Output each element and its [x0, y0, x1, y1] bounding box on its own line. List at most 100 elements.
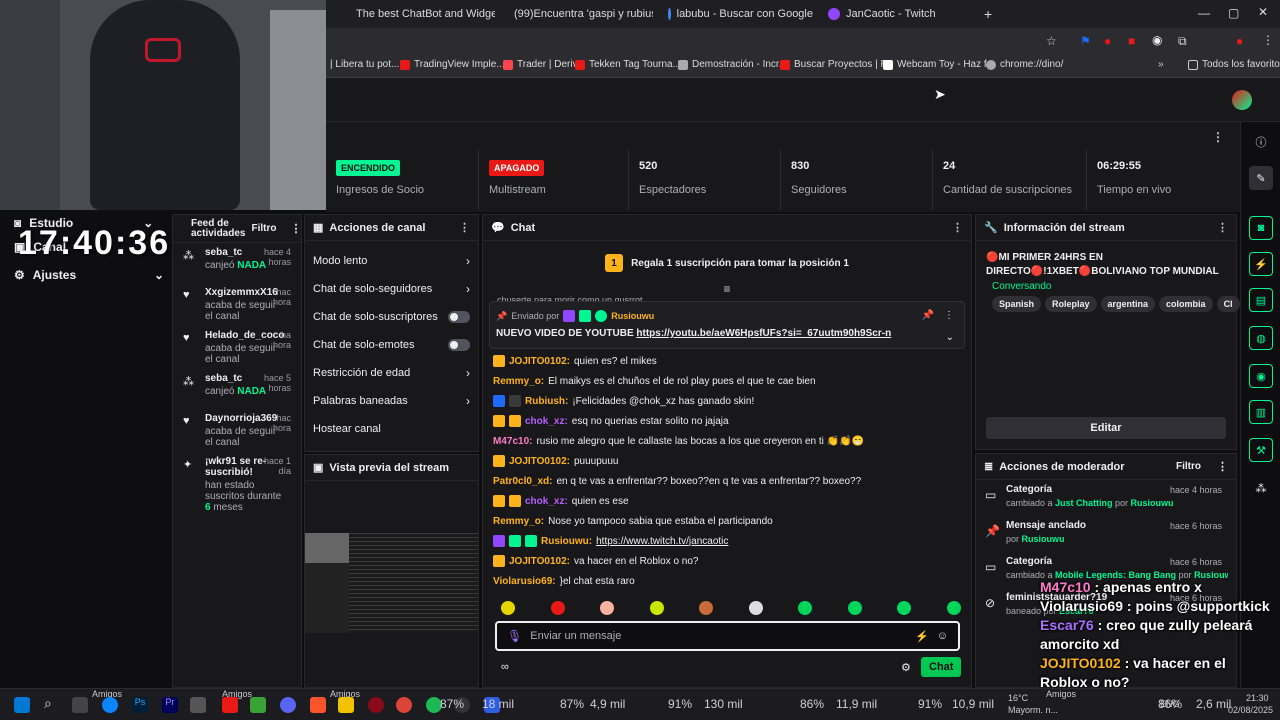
add-widget-icon[interactable]: ⁂ — [1249, 476, 1273, 500]
app-icon[interactable] — [222, 697, 238, 713]
chat-message[interactable]: Patr0cl0_xd: en q te vas a enfrentar?? bo… — [483, 471, 971, 491]
stats-kebab-icon[interactable]: ⋮ — [1212, 130, 1224, 144]
bookmark-item[interactable]: Trader | Deriv — [503, 59, 578, 70]
bookmark-item[interactable]: Buscar Proyectos | F... — [780, 59, 894, 70]
brave-icon[interactable] — [310, 697, 326, 713]
emote-icon[interactable] — [847, 601, 862, 615]
chat-username[interactable]: Remmy_o: — [493, 376, 544, 387]
chat-message[interactable]: JOJITO0102: va hacer en el Roblox o no? — [483, 551, 971, 571]
chat-message[interactable]: M47c10: rusio me alegro que le callaste l… — [483, 431, 971, 451]
new-tab-plus-icon[interactable]: + — [984, 6, 992, 22]
category-name[interactable]: Conversando — [992, 281, 1240, 292]
minecraft-icon[interactable] — [250, 697, 266, 713]
settings-menu-item[interactable]: ⚙ Ajustes ⌄ — [14, 268, 164, 282]
channel-action-item[interactable]: Palabras baneadas › — [305, 387, 478, 415]
chat-badge-icon[interactable] — [493, 495, 505, 507]
pinned-kebab-icon[interactable]: ⋮ — [944, 310, 954, 321]
bookmark-item[interactable]: Tekken Tag Tourna... — [575, 59, 681, 70]
chat-kebab-icon[interactable]: ⋮ — [952, 221, 963, 234]
channel-action-item[interactable]: Restricción de edad › — [305, 359, 478, 387]
chat-rail-icon[interactable]: ◍ — [1249, 326, 1273, 350]
pin-icon[interactable]: 📌 — [922, 310, 934, 321]
feed-item[interactable]: ✦ hace 1 día ¡wkr91 se re-suscribió! han es… — [173, 452, 301, 517]
minimize-icon[interactable]: — — [1198, 6, 1210, 20]
bookmark-item[interactable]: Demostración - Incr... — [678, 59, 787, 70]
app-icon[interactable] — [72, 697, 88, 713]
feed-filter-button[interactable]: Filtro — [251, 223, 276, 234]
feed-kebab-icon[interactable]: ⋮ — [290, 222, 301, 235]
chrome-icon[interactable] — [396, 697, 412, 713]
chat-message[interactable]: Rubiush: ¡Felicidades @chok_xz has ganado… — [483, 391, 971, 411]
chat-username[interactable]: Rubiush: — [525, 396, 568, 407]
chat-input[interactable]: 🎙 Enviar un mensaje ⚡ ☺ — [495, 621, 960, 651]
emote-icon[interactable] — [501, 601, 515, 615]
chat-badge-icon[interactable] — [493, 355, 505, 367]
extension-icon[interactable]: ■ — [1128, 34, 1135, 48]
bookmark-star-icon[interactable]: ☆ — [1046, 34, 1057, 48]
pencil-icon[interactable]: ✎ — [1249, 166, 1273, 190]
mod-action-user[interactable]: Rusiouwu — [1131, 498, 1174, 508]
sub-gift-banner[interactable]: 1 Regala 1 suscripción para tomar la pos… — [483, 241, 971, 285]
chevron-down-icon[interactable]: ⌄ — [946, 332, 954, 343]
emote-picker-icon[interactable]: ☺ — [937, 630, 948, 642]
search-icon[interactable]: ⌕ — [44, 695, 52, 712]
mod-action-item[interactable]: ▭ hace 4 horas Categoría cambiado a Just Ch… — [976, 480, 1236, 516]
stream-tag[interactable]: Cl — [1216, 296, 1240, 312]
extension-icon[interactable]: ⚑ — [1080, 34, 1091, 48]
emote-icon[interactable] — [600, 601, 615, 615]
chat-message[interactable]: chok_xz: esq no querias estar solito no j… — [483, 411, 971, 431]
chat-username[interactable]: chok_xz: — [525, 416, 568, 427]
emote-icon[interactable] — [946, 601, 961, 615]
chat-username[interactable]: JOJITO0102: — [509, 556, 570, 567]
info-icon[interactable]: ⓘ — [1249, 130, 1273, 154]
server-icon[interactable]: ▥ — [1249, 400, 1273, 424]
chat-message[interactable]: Remmy_o: El maikys es el chuños el de rol… — [483, 371, 971, 391]
extensions-puzzle-icon[interactable]: ⧉ — [1178, 34, 1187, 49]
chevron-down-icon[interactable]: ⌄ — [154, 268, 164, 282]
maximize-icon[interactable]: ▢ — [1228, 6, 1239, 20]
feed-item[interactable]: ♥ hac hora Daynorrioja369 acaba de seguir e… — [173, 409, 301, 452]
bookmark-item[interactable]: TradingView Imple... — [400, 59, 505, 70]
channel-points-icon[interactable]: ∞ — [501, 661, 509, 673]
discord-icon[interactable] — [280, 697, 296, 713]
pinned-message[interactable]: 📌 Enviado por Rusiouwu NUEVO VIDEO DE YO… — [489, 301, 965, 349]
chat-message[interactable]: Violarusio69:}el chat esta raro — [483, 571, 971, 591]
app-icon[interactable] — [190, 697, 206, 713]
extension-icon[interactable]: ◉ — [1152, 33, 1162, 47]
bookmark-item[interactable]: | Libera tu pot... — [330, 59, 399, 70]
chat-message[interactable]: Rusiouwu: https://www.twitch.tv/jancaotic — [483, 531, 971, 551]
language-indicator[interactable]: ENG — [1160, 699, 1180, 709]
chat-badge-icon[interactable] — [493, 415, 505, 427]
feed-item[interactable]: ♥ ha hora Helado_de_coco acaba de seguir el… — [173, 326, 301, 369]
chat-badge-icon[interactable] — [525, 535, 537, 547]
chat-badge-icon[interactable] — [509, 535, 521, 547]
lightning-icon[interactable]: ⚡ — [1249, 252, 1273, 276]
channel-action-item[interactable]: Chat de solo-emotes — [305, 331, 478, 359]
edge-icon[interactable] — [102, 697, 118, 713]
clipboard-icon[interactable]: ▤ — [1249, 288, 1273, 312]
emote-icon[interactable] — [798, 601, 813, 615]
app-icon[interactable] — [368, 697, 384, 713]
channel-action-item[interactable]: Modo lento › — [305, 247, 478, 275]
browser-tab[interactable]: labubu - Buscar con Google — [668, 4, 813, 24]
stream-tag[interactable]: colombia — [1159, 296, 1213, 312]
chat-username[interactable]: Patr0cl0_xd: — [493, 476, 552, 487]
chat-badge-icon[interactable] — [493, 455, 505, 467]
stream-tag[interactable]: Roleplay — [1045, 296, 1097, 312]
folder-icon[interactable] — [338, 697, 354, 713]
stream-tag[interactable]: argentina — [1100, 296, 1156, 312]
chat-message[interactable]: chok_xz: quien es ese — [483, 491, 971, 511]
chat-badge-icon[interactable] — [509, 415, 521, 427]
emote-icon[interactable] — [649, 601, 664, 615]
chat-username[interactable]: Rusiouwu: — [541, 536, 592, 547]
broadcast-icon[interactable]: ◉ — [1249, 364, 1273, 388]
chat-message[interactable]: JOJITO0102: quien es? el mikes — [483, 351, 971, 371]
chat-username[interactable]: Remmy_o: — [493, 516, 544, 527]
premiere-icon[interactable]: Pr — [162, 697, 178, 713]
chat-badge-icon[interactable] — [509, 395, 521, 407]
chat-message[interactable]: JOJITO0102: puuupuuu — [483, 451, 971, 471]
stream-preview-video[interactable] — [305, 533, 478, 633]
user-avatar[interactable] — [1232, 90, 1252, 110]
mod-action-user[interactable]: Rusiouwu — [1022, 534, 1065, 544]
bookmark-item[interactable]: Webcam Toy - Haz f... — [883, 59, 995, 70]
